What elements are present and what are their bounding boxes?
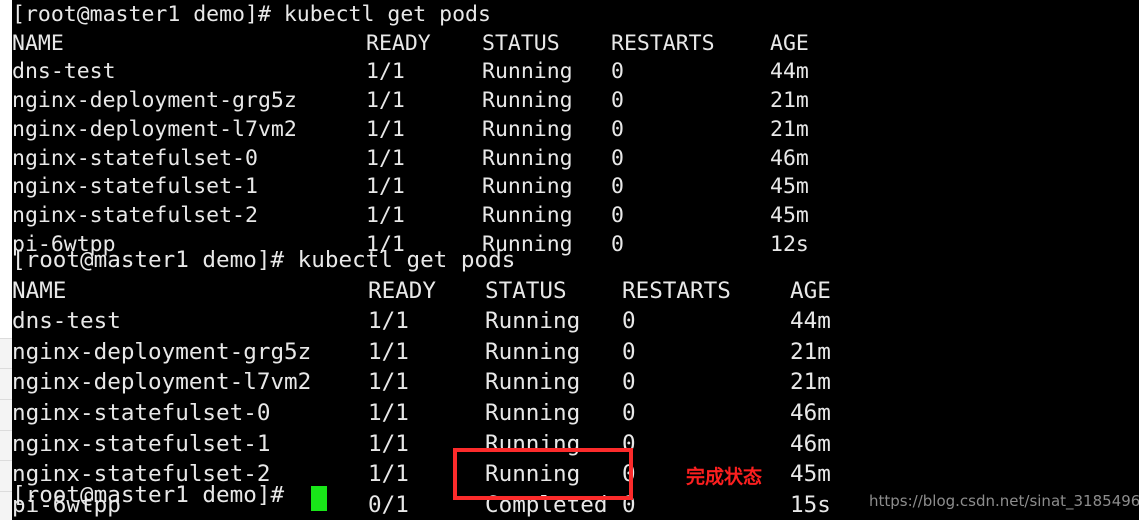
- pod-restarts: 0: [611, 145, 624, 171]
- terminal-screenshot: [root@master1 demo]# kubectl get pods NAM…: [0, 0, 1139, 520]
- pod-ready: 1/1: [366, 59, 405, 85]
- pod-ready: 1/1: [368, 369, 409, 396]
- pod-age: 45m: [790, 461, 831, 488]
- pod-restarts: 0: [611, 59, 624, 85]
- command-line-0: [root@master1 demo]# kubectl get pods: [12, 2, 491, 27]
- pod-age: 45m: [770, 174, 809, 200]
- pod-ready: 1/1: [368, 430, 409, 457]
- pod-restarts: 0: [611, 202, 624, 228]
- pod-ready: 0/1: [368, 491, 409, 518]
- pod-status: Running: [485, 369, 581, 396]
- pod-status: Running: [482, 88, 573, 114]
- pod-restarts: 0: [622, 369, 636, 396]
- column-header-restarts: RESTARTS: [611, 30, 715, 56]
- pod-age: 46m: [790, 430, 831, 457]
- pod-age: 46m: [770, 145, 809, 171]
- column-header-name: NAME: [12, 30, 64, 56]
- pod-age: 12s: [770, 231, 809, 257]
- pod-ready: 1/1: [366, 174, 405, 200]
- pod-name: nginx-statefulset-1: [12, 174, 258, 200]
- pod-restarts: 0: [622, 308, 636, 335]
- pod-age: 21m: [770, 88, 809, 114]
- watermark: https://blog.csdn.net/sinat_31854967: [869, 492, 1139, 510]
- pod-status: Running: [482, 116, 573, 142]
- pod-age: 21m: [790, 338, 831, 365]
- gutter-divider-2: [0, 399, 12, 400]
- gutter-divider-3: [0, 430, 12, 431]
- highlight-box: [453, 448, 633, 500]
- column-header-name: NAME: [12, 277, 67, 304]
- gutter-divider-4: [0, 460, 12, 461]
- pod-name: nginx-deployment-grg5z: [12, 88, 297, 114]
- pod-ready: 1/1: [368, 400, 409, 426]
- pod-ready: 1/1: [368, 338, 409, 365]
- pod-name: nginx-statefulset-0: [12, 145, 258, 171]
- pod-ready: 1/1: [366, 88, 405, 114]
- annotation-label: 完成状态: [686, 466, 763, 488]
- gutter-divider-1: [0, 368, 12, 369]
- pod-status: Running: [485, 338, 581, 365]
- pod-age: 44m: [790, 308, 831, 335]
- column-header-restarts: RESTARTS: [622, 277, 731, 304]
- column-header-status: STATUS: [485, 277, 567, 304]
- pod-name: dns-test: [12, 308, 121, 335]
- pod-name: nginx-statefulset-1: [12, 430, 271, 457]
- pod-restarts: 0: [622, 338, 636, 365]
- pod-ready: 1/1: [366, 116, 405, 142]
- column-header-age: AGE: [770, 30, 809, 56]
- pod-ready: 1/1: [366, 202, 405, 228]
- pod-ready: 1/1: [368, 308, 409, 335]
- pod-name: nginx-statefulset-2: [12, 202, 258, 228]
- pod-restarts: 0: [611, 231, 624, 257]
- pod-name: nginx-deployment-l7vm2: [12, 116, 297, 142]
- final-prompt: [root@master1 demo]#: [12, 482, 298, 508]
- pod-name: dns-test: [12, 59, 116, 85]
- gutter-divider-0: [0, 338, 12, 339]
- pod-restarts: 0: [622, 400, 636, 426]
- pod-name: nginx-deployment-grg5z: [12, 338, 312, 365]
- column-header-status: STATUS: [482, 30, 560, 56]
- pod-status: Running: [485, 400, 581, 426]
- pod-status: Running: [482, 145, 573, 171]
- gutter-fill: [0, 338, 12, 520]
- left-gutter: [0, 0, 12, 520]
- pod-ready: 1/1: [368, 461, 409, 488]
- pod-age: 15s: [790, 491, 831, 518]
- command-line-1: [root@master1 demo]# kubectl get pods: [12, 247, 516, 273]
- pod-age: 46m: [790, 400, 831, 426]
- pod-name: nginx-statefulset-0: [12, 400, 271, 426]
- pod-status: Running: [482, 202, 573, 228]
- pod-name: nginx-deployment-l7vm2: [12, 369, 312, 396]
- column-header-ready: READY: [366, 30, 431, 56]
- column-header-ready: READY: [368, 277, 437, 304]
- pod-restarts: 0: [611, 174, 624, 200]
- pod-age: 21m: [770, 116, 809, 142]
- terminal-cursor: [311, 486, 327, 511]
- pod-age: 21m: [790, 369, 831, 396]
- gutter-divider-5: [0, 491, 12, 492]
- pod-age: 44m: [770, 59, 809, 85]
- pod-ready: 1/1: [366, 145, 405, 171]
- pod-status: Running: [482, 174, 573, 200]
- pod-restarts: 0: [611, 116, 624, 142]
- pod-status: Running: [482, 59, 573, 85]
- pod-age: 45m: [770, 202, 809, 228]
- column-header-age: AGE: [790, 277, 831, 304]
- pod-restarts: 0: [611, 88, 624, 114]
- pod-status: Running: [485, 308, 581, 335]
